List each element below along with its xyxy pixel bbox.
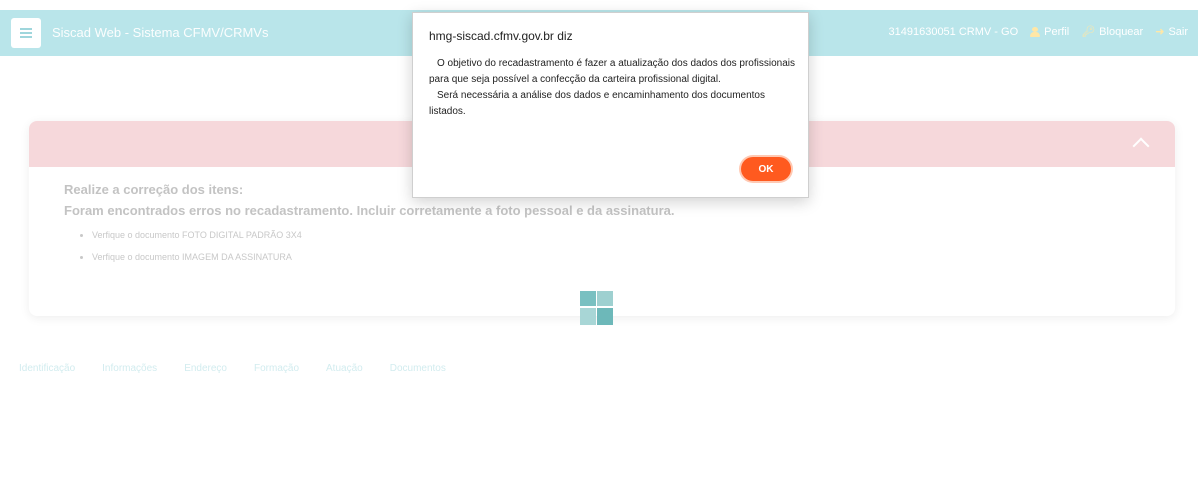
lock-link[interactable]: 🔑︎ Bloquear [1081, 25, 1144, 39]
alert-dialog: hmg-siscad.cfmv.gov.br diz O objetivo do… [412, 12, 809, 198]
dialog-origin: hmg-siscad.cfmv.gov.br diz [429, 29, 573, 43]
profile-link[interactable]: Perfil [1030, 25, 1069, 38]
menu-toggle-button[interactable] [11, 18, 41, 48]
profile-label: Perfil [1044, 25, 1070, 38]
app-title: Siscad Web - Sistema CFMV/CRMVs [52, 25, 269, 40]
tab-endereco[interactable]: Endereço [184, 363, 227, 374]
lock-label: Bloquear [1099, 25, 1144, 38]
navbar-right: 31491630051 CRMV - GO Perfil 🔑︎ Bloquear… [888, 25, 1189, 39]
loading-logo-icon [580, 291, 613, 325]
logout-link[interactable]: ➜ Sair [1155, 25, 1188, 39]
key-icon: 🔑︎ [1081, 26, 1096, 38]
user-id: 31491630051 CRMV - GO [888, 25, 1019, 38]
error-message: Foram encontrados erros no recadastramen… [64, 203, 675, 218]
dialog-message: O objetivo do recadastramento é fazer a … [429, 56, 799, 120]
tab-documentos[interactable]: Documentos [390, 363, 446, 374]
error-list: Verfique o documento FOTO DIGITAL PADRÃO… [64, 230, 1140, 262]
tab-atuacao[interactable]: Atuação [326, 363, 363, 374]
tab-informacoes[interactable]: Informações [102, 363, 157, 374]
hamburger-icon [20, 28, 32, 38]
chevron-up-icon[interactable] [1132, 137, 1150, 155]
form-tabs: Identificação Informações Endereço Forma… [19, 363, 446, 374]
user-icon [1030, 26, 1041, 37]
dialog-message-line: O objetivo do recadastramento é fazer a … [429, 58, 795, 85]
tab-identificacao[interactable]: Identificação [19, 363, 75, 374]
logout-label: Sair [1168, 25, 1188, 38]
dialog-message-line: Será necessária a análise dos dados e en… [429, 90, 765, 117]
ok-button[interactable]: OK [741, 157, 791, 181]
error-list-item: Verfique o documento FOTO DIGITAL PADRÃO… [92, 230, 1140, 240]
sign-out-icon: ➜ [1155, 26, 1165, 38]
error-list-item: Verfique o documento IMAGEM DA ASSINATUR… [92, 252, 1140, 262]
tab-formacao[interactable]: Formação [254, 363, 299, 374]
